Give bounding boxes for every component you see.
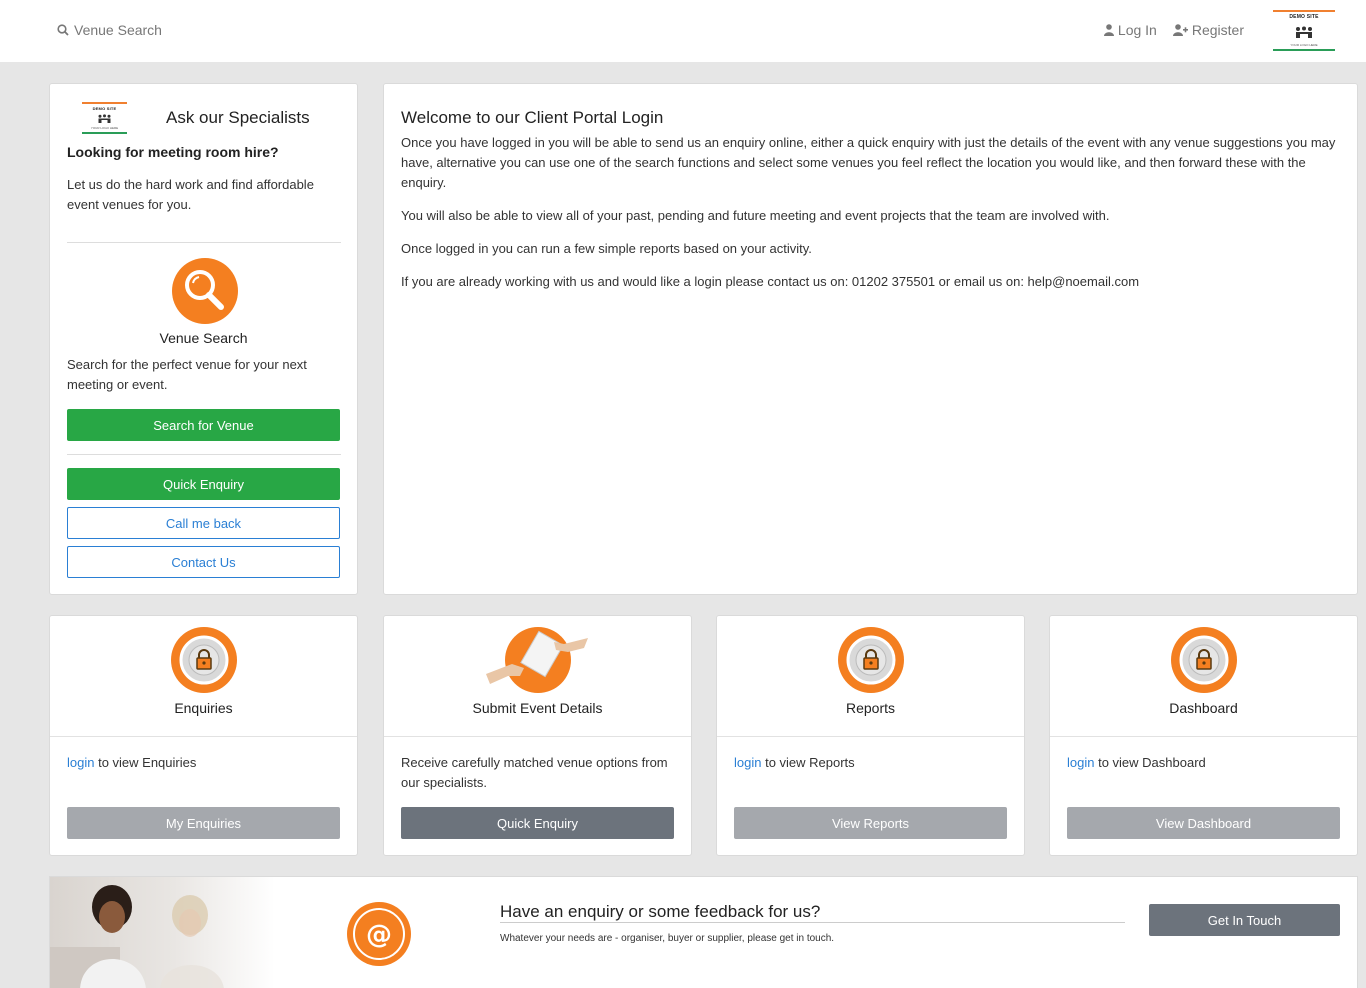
meeting-people-icon — [1296, 26, 1312, 38]
svg-text:@: @ — [366, 920, 392, 950]
view-dashboard-button[interactable]: View Dashboard — [1067, 807, 1340, 839]
divider — [67, 242, 341, 243]
lock-icon — [170, 626, 238, 697]
card-title: Enquiries — [174, 700, 233, 716]
nav-register-link[interactable]: Register — [1172, 22, 1244, 38]
card-text: login to view Dashboard — [1067, 753, 1337, 773]
view-reports-button[interactable]: View Reports — [734, 807, 1007, 839]
top-nav: Venue Search Log In Register DEMO SITE Y… — [0, 0, 1366, 62]
get-in-touch-button[interactable]: Get In Touch — [1149, 904, 1340, 936]
feedback-section: @ Have an enquiry or some feedback for u… — [49, 876, 1358, 988]
specialists-intro: Let us do the hard work and find afforda… — [67, 177, 314, 212]
specialists-logo-text: DEMO SITE — [92, 106, 117, 111]
specialists-subheading: Looking for meeting room hire? — [67, 144, 279, 160]
welcome-panel: Welcome to our Client Portal Login Once … — [383, 83, 1358, 595]
logo-subtext: YOUR LOGO HERE — [1290, 43, 1318, 47]
card-title: Dashboard — [1169, 700, 1238, 716]
people-photo — [50, 877, 275, 988]
meeting-people-icon — [98, 114, 111, 123]
feedback-title: Have an enquiry or some feedback for us? — [500, 902, 821, 921]
quick-enquiry-card-button[interactable]: Quick Enquiry — [401, 807, 674, 839]
card-text: Receive carefully matched venue options … — [401, 755, 668, 790]
handshake-document-icon — [484, 624, 592, 699]
specialists-heading: Ask our Specialists — [166, 108, 310, 127]
welcome-body: Once you have logged in you will be able… — [401, 133, 1341, 305]
nav-login-link[interactable]: Log In — [1103, 22, 1157, 38]
divider — [500, 922, 1125, 923]
venue-search-text: Search for the perfect venue for your ne… — [67, 357, 307, 392]
card-reports: Reports login to view Reports View Repor… — [716, 615, 1025, 856]
site-logo[interactable]: DEMO SITE YOUR LOGO HERE — [1273, 10, 1335, 51]
card-text-rest: to view Reports — [761, 755, 855, 770]
venue-search-magnifier-icon[interactable] — [171, 257, 239, 328]
search-icon — [57, 24, 69, 36]
card-text-rest: to view Enquiries — [94, 755, 197, 770]
card-submit-event: Submit Event Details Receive carefully m… — [383, 615, 692, 856]
call-me-back-button[interactable]: Call me back — [67, 507, 340, 539]
nav-venue-search-link[interactable]: Venue Search — [57, 22, 162, 38]
card-enquiries: Enquiries login to view Enquiries My Enq… — [49, 615, 358, 856]
nav-login-label: Log In — [1117, 22, 1157, 38]
welcome-paragraph: If you are already working with us and w… — [401, 274, 1140, 289]
card-dashboard: Dashboard login to view Dashboard View D… — [1049, 615, 1358, 856]
login-link[interactable]: login — [734, 755, 761, 770]
lock-icon — [837, 626, 905, 697]
search-for-venue-button[interactable]: Search for Venue — [67, 409, 340, 441]
divider — [67, 454, 341, 455]
contact-at-icon: @ — [346, 901, 412, 970]
card-text: login to view Enquiries — [67, 753, 337, 773]
card-text: login to view Reports — [734, 753, 1004, 773]
card-title: Submit Event Details — [472, 700, 603, 716]
welcome-paragraph: Once logged in you can run a few simple … — [401, 241, 812, 256]
card-title: Reports — [845, 700, 896, 716]
specialists-panel: DEMO SITE YOUR LOGO HERE Ask our Special… — [49, 83, 358, 595]
lock-icon — [1170, 626, 1238, 697]
login-link[interactable]: login — [67, 755, 94, 770]
welcome-paragraph: You will also be able to view all of you… — [401, 208, 1110, 223]
specialists-logo: DEMO SITE YOUR LOGO HERE — [82, 102, 127, 134]
nav-register-label: Register — [1191, 22, 1244, 38]
nav-venue-search-label: Venue Search — [74, 22, 162, 38]
login-link[interactable]: login — [1067, 755, 1094, 770]
welcome-title: Welcome to our Client Portal Login — [401, 108, 664, 127]
user-plus-icon — [1172, 24, 1188, 36]
welcome-paragraph: Once you have logged in you will be able… — [401, 135, 1336, 190]
user-icon — [1103, 24, 1114, 36]
venue-search-label: Venue Search — [159, 330, 248, 346]
logo-text: DEMO SITE — [1289, 14, 1319, 20]
my-enquiries-button[interactable]: My Enquiries — [67, 807, 340, 839]
feedback-subtitle: Whatever your needs are - organiser, buy… — [500, 933, 835, 944]
contact-us-button[interactable]: Contact Us — [67, 546, 340, 578]
card-text-rest: to view Dashboard — [1094, 755, 1206, 770]
quick-enquiry-button[interactable]: Quick Enquiry — [67, 468, 340, 500]
specialists-logo-subtext: YOUR LOGO HERE — [90, 126, 119, 130]
